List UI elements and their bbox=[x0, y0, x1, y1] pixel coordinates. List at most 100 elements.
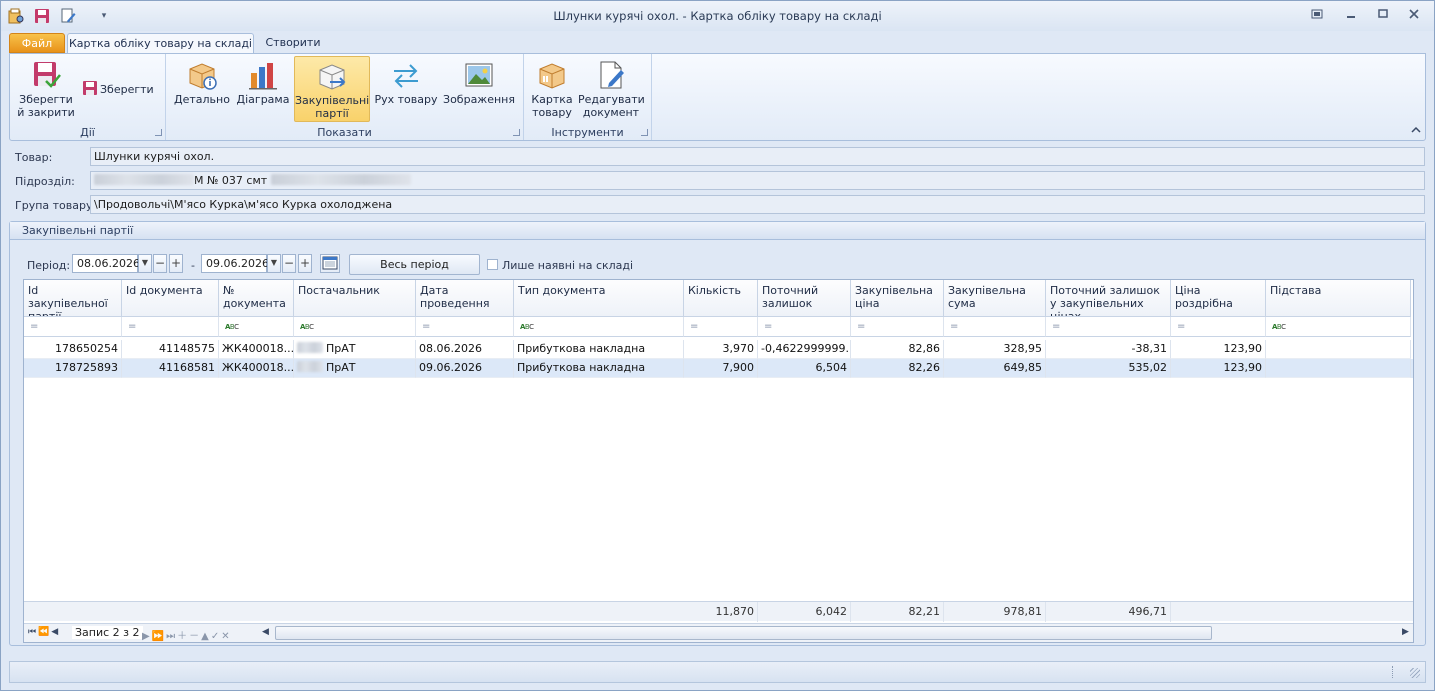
movement-button[interactable]: Рух товару bbox=[374, 56, 438, 122]
product-label: Товар: bbox=[15, 151, 53, 164]
restore-layout-icon[interactable] bbox=[1309, 8, 1325, 22]
division-field: М № 037 смт bbox=[90, 171, 1425, 190]
resize-grip-icon[interactable] bbox=[1410, 668, 1420, 678]
calendar-icon bbox=[322, 256, 338, 270]
minimize-icon[interactable] bbox=[1343, 8, 1359, 22]
filter-cell-balance[interactable]: = bbox=[758, 317, 851, 337]
cell-batch-id[interactable]: 178650254 bbox=[24, 340, 122, 359]
column-header-qty[interactable]: Кількість bbox=[684, 280, 758, 317]
filter-cell-supplier[interactable]: ABC bbox=[294, 317, 416, 337]
column-header-supplier[interactable]: Постачальник bbox=[294, 280, 416, 317]
cell-retail[interactable]: 123,90 bbox=[1171, 340, 1266, 359]
collapse-ribbon-icon[interactable] bbox=[1410, 124, 1422, 136]
cell-price[interactable]: 82,26 bbox=[851, 359, 944, 378]
table-row[interactable]: 178650254 41148575 ЖК400018... ПрАТ 08.06.20… bbox=[24, 340, 1413, 359]
date-to-input[interactable]: 09.06.2026 bbox=[201, 254, 269, 273]
filter-cell-date[interactable]: = bbox=[416, 317, 514, 337]
date-to-dropdown[interactable]: ▼ bbox=[267, 254, 281, 273]
cell-doc-id[interactable]: 41168581 bbox=[122, 359, 219, 378]
save-button[interactable]: Зберегти bbox=[82, 80, 158, 102]
close-icon[interactable] bbox=[1406, 8, 1422, 22]
column-header-sum[interactable]: Закупівельна сума bbox=[944, 280, 1046, 317]
only-in-stock-checkbox[interactable] bbox=[487, 259, 498, 270]
column-header-basis[interactable]: Підстава bbox=[1266, 280, 1411, 317]
date-from-plus[interactable]: + bbox=[169, 254, 183, 273]
filter-cell-batch-id[interactable]: = bbox=[24, 317, 122, 337]
cell-date[interactable]: 09.06.2026 bbox=[416, 359, 514, 378]
date-to-plus[interactable]: + bbox=[298, 254, 312, 273]
column-header-batch-id[interactable]: Id закупівельної партії bbox=[24, 280, 122, 317]
edit-document-button[interactable]: Редагувати документ bbox=[578, 56, 645, 122]
save-and-close-button[interactable]: Зберегти й закрити bbox=[14, 56, 78, 122]
column-header-doc-type[interactable]: Тип документа bbox=[514, 280, 684, 317]
cell-balance[interactable]: -0,4622999999... bbox=[758, 340, 851, 359]
purchase-batches-button[interactable]: Закупівельні партії bbox=[294, 56, 370, 122]
cell-balance-cost[interactable]: 535,02 bbox=[1046, 359, 1171, 378]
diagram-button[interactable]: Діаграма bbox=[234, 56, 292, 122]
cell-supplier[interactable]: ПрАТ bbox=[294, 359, 416, 378]
column-header-doc-no[interactable]: № документа bbox=[219, 280, 294, 317]
filter-cell-doc-no[interactable]: ABC bbox=[219, 317, 294, 337]
filter-cell-balance-cost[interactable]: = bbox=[1046, 317, 1171, 337]
cell-date[interactable]: 08.06.2026 bbox=[416, 340, 514, 359]
cell-qty[interactable]: 3,970 bbox=[684, 340, 758, 359]
date-separator: - bbox=[191, 259, 195, 272]
cell-price[interactable]: 82,86 bbox=[851, 340, 944, 359]
maximize-icon[interactable] bbox=[1375, 8, 1391, 22]
cell-doc-type[interactable]: Прибуткова накладна bbox=[514, 340, 684, 359]
cell-balance-cost[interactable]: -38,31 bbox=[1046, 340, 1171, 359]
horizontal-scrollbar-thumb[interactable] bbox=[275, 626, 1212, 640]
cell-doc-id[interactable]: 41148575 bbox=[122, 340, 219, 359]
cell-batch-id[interactable]: 178725893 bbox=[24, 359, 122, 378]
tab-file[interactable]: Файл bbox=[9, 33, 65, 53]
group-launcher-actions[interactable] bbox=[155, 129, 162, 136]
column-header-balance-cost[interactable]: Поточний залишок у закупівельних цінах bbox=[1046, 280, 1171, 317]
cell-sum[interactable]: 649,85 bbox=[944, 359, 1046, 378]
column-header-price[interactable]: Закупівельна ціна bbox=[851, 280, 944, 317]
calendar-button[interactable] bbox=[320, 254, 340, 273]
image-button[interactable]: Зображення bbox=[442, 56, 516, 122]
filter-cell-doc-type[interactable]: ABC bbox=[514, 317, 684, 337]
filter-cell-price[interactable]: = bbox=[851, 317, 944, 337]
whole-period-button[interactable]: Весь період bbox=[349, 254, 480, 275]
date-from-minus[interactable]: − bbox=[153, 254, 167, 273]
filter-cell-sum[interactable]: = bbox=[944, 317, 1046, 337]
cell-doc-no[interactable]: ЖК400018... bbox=[219, 340, 294, 359]
cell-retail[interactable]: 123,90 bbox=[1171, 359, 1266, 378]
redacted-text bbox=[270, 174, 411, 185]
cell-balance[interactable]: 6,504 bbox=[758, 359, 851, 378]
column-header-date[interactable]: Дата проведення bbox=[416, 280, 514, 317]
total-sum: 978,81 bbox=[944, 602, 1046, 622]
group-launcher-show[interactable] bbox=[513, 129, 520, 136]
tab-create[interactable]: Створити bbox=[260, 33, 326, 54]
filter-cell-retail[interactable]: = bbox=[1171, 317, 1266, 337]
cell-qty[interactable]: 7,900 bbox=[684, 359, 758, 378]
scroll-left-icon[interactable]: ◀ bbox=[262, 627, 269, 637]
table-row[interactable]: 178725893 41168581 ЖК400018... ПрАТ 09.06.20… bbox=[24, 359, 1413, 378]
product-card-button[interactable]: Картка товару bbox=[528, 56, 576, 122]
column-header-retail[interactable]: Ціна роздрібна bbox=[1171, 280, 1266, 317]
cell-basis[interactable] bbox=[1266, 340, 1411, 359]
filter-cell-doc-id[interactable]: = bbox=[122, 317, 219, 337]
date-to-minus[interactable]: − bbox=[282, 254, 296, 273]
equals-filter-icon: = bbox=[764, 321, 773, 332]
column-header-doc-id[interactable]: Id документа bbox=[122, 280, 219, 317]
date-from-input[interactable]: 08.06.2026 bbox=[72, 254, 140, 273]
cell-sum[interactable]: 328,95 bbox=[944, 340, 1046, 359]
cell-doc-no[interactable]: ЖК400018... bbox=[219, 359, 294, 378]
cell-supplier[interactable]: ПрАТ bbox=[294, 340, 416, 359]
tab-product-card[interactable]: Картка обліку товару на складі bbox=[67, 33, 254, 54]
nav-next-last-edit-icons[interactable]: ▶⏩⏭＋－▲✓✕ bbox=[142, 627, 232, 642]
column-header-balance[interactable]: Поточний залишок bbox=[758, 280, 851, 317]
cell-basis[interactable] bbox=[1266, 359, 1411, 378]
filter-cell-qty[interactable]: = bbox=[684, 317, 758, 337]
date-from-dropdown[interactable]: ▼ bbox=[138, 254, 152, 273]
detail-button[interactable]: Детально bbox=[172, 56, 232, 122]
group-launcher-tools[interactable] bbox=[641, 129, 648, 136]
cell-doc-type[interactable]: Прибуткова накладна bbox=[514, 359, 684, 378]
nav-first-prev-icons[interactable]: ⏮⏪◀ bbox=[28, 627, 60, 637]
filter-cell-basis[interactable]: ABC bbox=[1266, 317, 1411, 337]
scroll-right-icon[interactable]: ▶ bbox=[1402, 627, 1409, 637]
total-balance: 6,042 bbox=[758, 602, 851, 622]
equals-filter-icon: = bbox=[857, 321, 866, 332]
